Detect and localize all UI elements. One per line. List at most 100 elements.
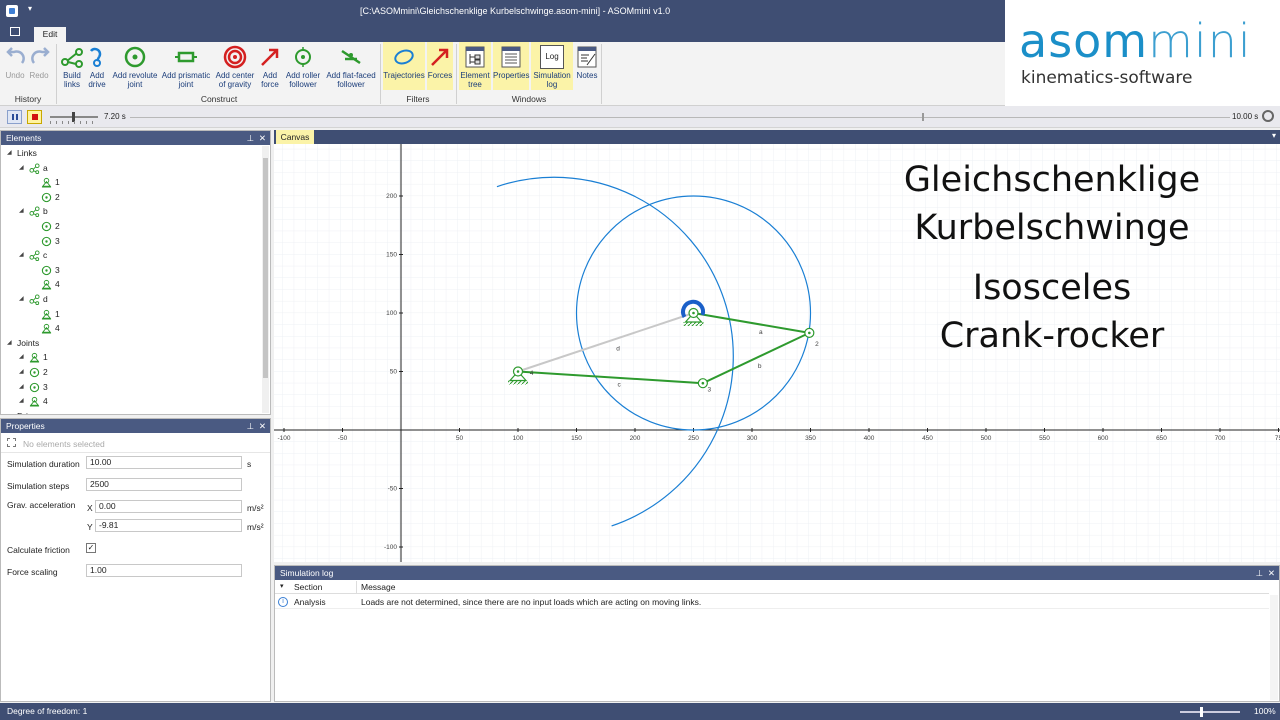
y-tick-label: 200 xyxy=(386,193,397,200)
close-icon[interactable]: ✕ xyxy=(259,131,266,145)
tree-scrollbar[interactable] xyxy=(262,146,269,413)
tree-item[interactable]: ◢ Joints xyxy=(1,336,270,351)
revolute-joint-icon xyxy=(41,265,52,275)
joint-2[interactable] xyxy=(804,327,815,338)
tree-item[interactable]: 3 xyxy=(1,263,270,278)
add-center-of-gravity-button[interactable]: Add center of gravity xyxy=(214,45,256,89)
sim-steps-input[interactable]: 2500 xyxy=(86,478,242,491)
undo-button[interactable]: Undo xyxy=(4,45,26,80)
tree-item[interactable]: ◢ Links xyxy=(1,146,270,161)
tree-item[interactable]: ◢ 4 xyxy=(1,394,270,409)
expand-arrow-icon[interactable]: ◢ xyxy=(19,394,24,409)
add-prismatic-joint-button[interactable]: Add prismatic joint xyxy=(161,45,211,89)
tree-item-label: Drives xyxy=(17,409,41,414)
tab-canvas[interactable]: Canvas xyxy=(276,130,314,144)
force-scaling-input[interactable]: 1.00 xyxy=(86,564,242,577)
add-flat-faced-follower-button[interactable]: Add flat-faced follower xyxy=(323,45,379,89)
tab-edit[interactable]: Edit xyxy=(34,27,66,42)
sim-duration-input[interactable]: 10.00 xyxy=(86,456,242,469)
element-tree-button[interactable]: Element tree xyxy=(459,42,491,90)
speed-slider[interactable] xyxy=(50,112,98,122)
forces-button[interactable]: Forces xyxy=(427,42,453,90)
add-force-button[interactable]: Add force xyxy=(258,45,282,89)
tree-item[interactable]: 2 xyxy=(1,190,270,205)
canvas-menu-icon[interactable]: ▾ xyxy=(1272,131,1276,140)
expand-arrow-icon[interactable]: ◢ xyxy=(19,161,24,176)
expand-arrow-icon[interactable]: ◢ xyxy=(7,146,12,161)
app-menu-icon[interactable] xyxy=(10,27,20,36)
grav-label: Grav. acceleration xyxy=(7,500,76,510)
expand-arrow-icon[interactable]: ◢ xyxy=(19,292,24,307)
ground-joint-icon xyxy=(41,280,52,290)
tree-item-label: 2 xyxy=(55,220,60,231)
tree-item[interactable]: ◢ 1 xyxy=(1,350,270,365)
settings-gear-icon[interactable] xyxy=(1262,110,1274,122)
grav-x-input[interactable]: 0.00 xyxy=(95,500,242,513)
time-track[interactable] xyxy=(130,113,1230,121)
tree-item[interactable]: ◢ c xyxy=(1,248,270,263)
grav-y-input[interactable]: -9.81 xyxy=(95,519,242,532)
tree-item[interactable]: 1 xyxy=(1,307,270,322)
revolute-joint-icon xyxy=(41,192,52,202)
sort-icon[interactable]: ▾ xyxy=(280,582,284,590)
revolute-joint-icon xyxy=(41,236,52,246)
expand-arrow-icon[interactable]: ◢ xyxy=(19,380,24,395)
tree-item[interactable]: ◢ 3 xyxy=(1,380,270,395)
redo-label: Redo xyxy=(29,71,49,80)
notes-button[interactable]: Notes xyxy=(575,45,599,80)
add-force-label: Add force xyxy=(261,71,279,89)
expand-arrow-icon[interactable]: ◢ xyxy=(19,350,24,365)
expand-arrow-icon[interactable]: ◢ xyxy=(19,365,24,380)
expand-arrow-icon[interactable]: ▸ xyxy=(7,409,10,414)
app-icon[interactable] xyxy=(6,5,18,17)
col-message[interactable]: Message xyxy=(361,582,396,592)
simulation-log-button[interactable]: Log Simulation log xyxy=(531,42,573,90)
log-scrollbar[interactable] xyxy=(1270,595,1278,700)
build-links-button[interactable]: Build links xyxy=(60,45,84,89)
close-icon[interactable]: ✕ xyxy=(259,419,266,433)
sim-duration-label: Simulation duration xyxy=(7,459,80,469)
time-slider-thumb[interactable] xyxy=(922,113,924,121)
tree-item[interactable]: 4 xyxy=(1,321,270,336)
add-drive-icon xyxy=(90,47,102,67)
pin-icon[interactable]: ⊥ xyxy=(247,419,254,433)
canvas[interactable]: -100 -50 50 100 150 200 250 300 350 400 450 500 550 6… xyxy=(274,144,1280,562)
zoom-slider[interactable] xyxy=(1180,707,1240,717)
tree-item[interactable]: ◢ d xyxy=(1,292,270,307)
tree-item[interactable]: 1 xyxy=(1,175,270,190)
properties-button[interactable]: Properties xyxy=(493,42,529,90)
tree-item[interactable]: ◢ a xyxy=(1,161,270,176)
trajectories-button[interactable]: Trajectories xyxy=(383,42,425,90)
tree-item[interactable]: 3 xyxy=(1,234,270,249)
undo-icon xyxy=(6,47,25,64)
tree-item[interactable]: 2 xyxy=(1,219,270,234)
add-roller-follower-button[interactable]: Add roller follower xyxy=(284,45,322,89)
tree-item[interactable]: ▸ Drives xyxy=(1,409,270,414)
simulation-log-label: Simulation log xyxy=(533,71,571,89)
friction-checkbox[interactable]: ✓ xyxy=(86,543,96,553)
log-row[interactable]: i Analysis Loads are not determined, since… xyxy=(275,595,1269,609)
x-tick-label: 300 xyxy=(747,435,758,442)
joint-3[interactable] xyxy=(697,378,708,389)
overlay-title-de-2: Kurbelschwinge xyxy=(914,208,1189,248)
pin-icon[interactable]: ⊥ xyxy=(1256,566,1263,580)
tree-item[interactable]: ◢ b xyxy=(1,204,270,219)
pin-icon[interactable]: ⊥ xyxy=(247,131,254,145)
tree-item-label: Joints xyxy=(17,337,40,348)
expand-arrow-icon[interactable]: ◢ xyxy=(19,204,24,219)
close-icon[interactable]: ✕ xyxy=(1268,566,1275,580)
expand-arrow-icon[interactable]: ◢ xyxy=(7,336,12,351)
quick-access-dropdown-icon[interactable]: ▾ xyxy=(28,4,32,13)
col-section[interactable]: Section xyxy=(294,582,322,592)
add-drive-button[interactable]: Add drive xyxy=(85,45,109,89)
add-revolute-joint-button[interactable]: Add revolute joint xyxy=(111,45,159,89)
logo-wordmark: asommini xyxy=(1019,16,1252,66)
expand-arrow-icon[interactable]: ◢ xyxy=(19,248,24,263)
redo-button[interactable]: Redo xyxy=(28,45,50,80)
ribbon: Undo Redo History Build links Add drive Ad… xyxy=(0,42,1005,106)
x-tick-label: 150 xyxy=(571,435,582,442)
tree-item[interactable]: ◢ 2 xyxy=(1,365,270,380)
pause-button[interactable] xyxy=(7,110,22,124)
stop-button[interactable] xyxy=(27,110,42,124)
tree-item[interactable]: 4 xyxy=(1,277,270,292)
